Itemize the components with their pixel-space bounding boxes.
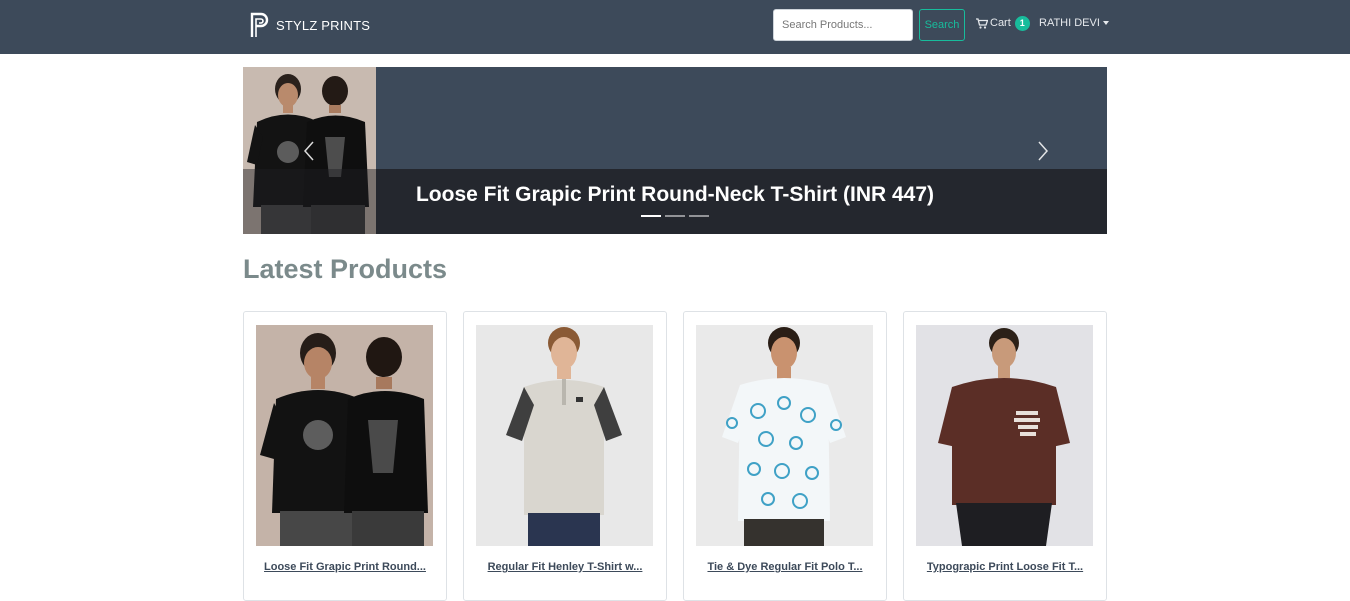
cart-link[interactable]: Cart 1 [976, 15, 1030, 31]
carousel-indicators [641, 215, 713, 217]
top-navbar: STYLZ PRINTS Search Cart 1 RATHI DEVI [0, 0, 1350, 54]
product-image[interactable] [256, 325, 433, 546]
chevron-left-icon[interactable] [298, 139, 322, 163]
product-card: Typograpic Print Loose Fit T... [903, 311, 1107, 601]
carousel-caption: Loose Fit Grapic Print Round-Neck T-Shir… [415, 183, 935, 206]
product-title-link[interactable]: Tie & Dye Regular Fit Polo T... [684, 561, 886, 573]
brand-name: STYLZ PRINTS [276, 17, 371, 33]
brand[interactable]: STYLZ PRINTS [250, 11, 370, 39]
carousel-indicator[interactable] [689, 215, 709, 217]
cart-count-badge: 1 [1014, 15, 1030, 31]
product-title-link[interactable]: Loose Fit Grapic Print Round... [244, 561, 446, 573]
product-image[interactable] [916, 325, 1093, 546]
product-image[interactable] [476, 325, 653, 546]
carousel-indicator[interactable] [641, 215, 661, 217]
cart-label: Cart [990, 17, 1011, 29]
chevron-right-icon[interactable] [1030, 139, 1054, 163]
user-name: RATHI DEVI [1039, 17, 1100, 29]
product-carousel: Loose Fit Grapic Print Round-Neck T-Shir… [243, 67, 1107, 234]
search-input[interactable] [773, 9, 913, 41]
product-image[interactable] [696, 325, 873, 546]
product-title-link[interactable]: Regular Fit Henley T-Shirt w... [464, 561, 666, 573]
carousel-indicator[interactable] [665, 215, 685, 217]
search-button[interactable]: Search [919, 9, 965, 41]
product-card: Tie & Dye Regular Fit Polo T... [683, 311, 887, 601]
user-dropdown[interactable]: RATHI DEVI [1039, 15, 1109, 31]
product-title-link[interactable]: Typograpic Print Loose Fit T... [904, 561, 1106, 573]
chevron-down-icon [1102, 21, 1109, 25]
cart-icon [976, 17, 988, 29]
product-card: Loose Fit Grapic Print Round... [243, 311, 447, 601]
product-card: Regular Fit Henley T-Shirt w... [463, 311, 667, 601]
brand-logo-icon [250, 12, 269, 37]
latest-products-heading: Latest Products [243, 254, 448, 284]
